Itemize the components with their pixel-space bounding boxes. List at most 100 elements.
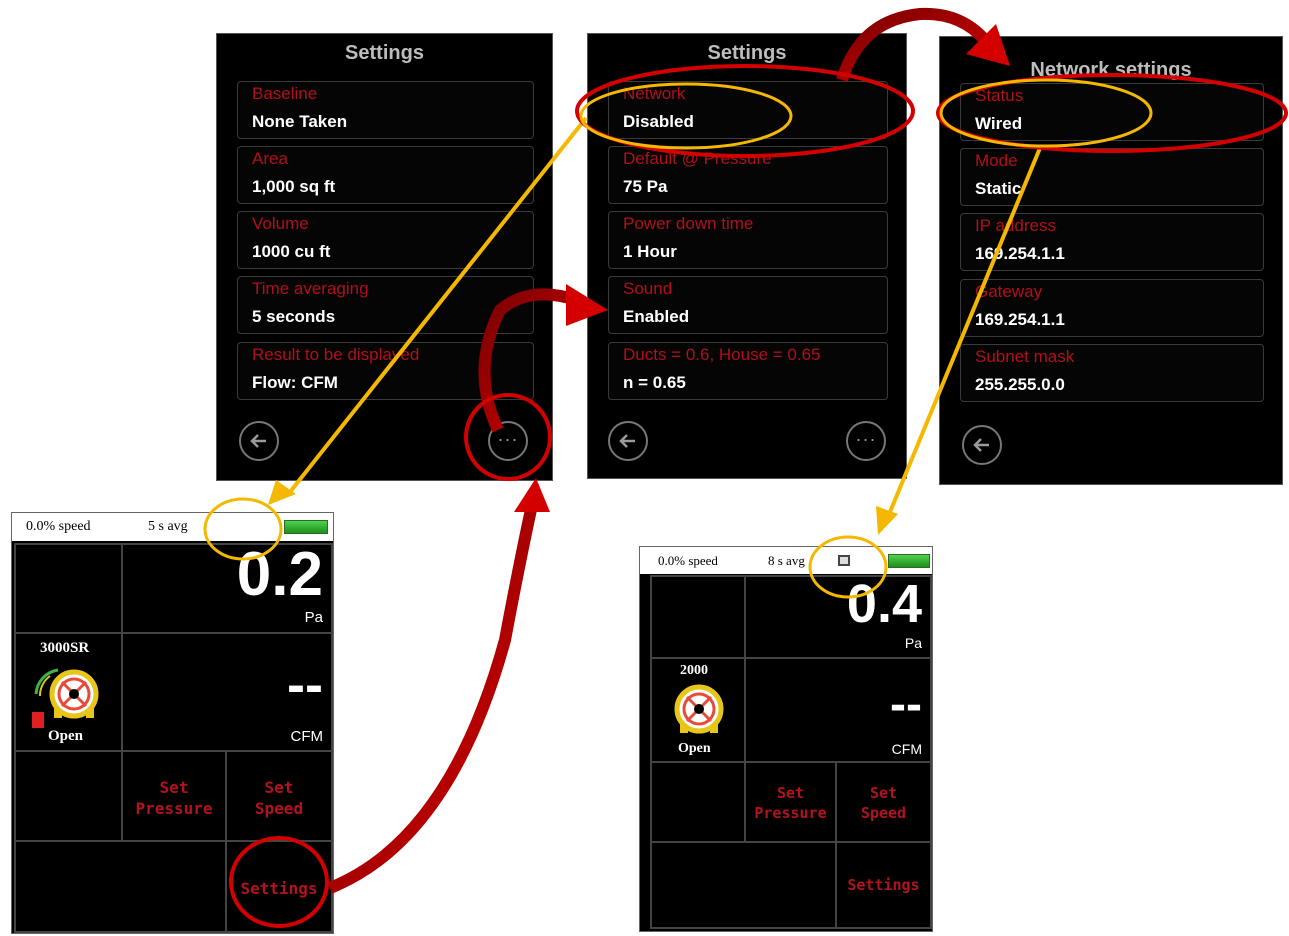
speed-readout: 0.0% speed [26, 519, 91, 534]
setting-sound[interactable]: Sound Enabled [608, 276, 888, 334]
setting-exponent[interactable]: Ducts = 0.6, House = 0.65 n = 0.65 [608, 342, 888, 400]
setting-value: n = 0.65 [623, 373, 686, 392]
fan-cell[interactable]: 3000SR Open [14, 632, 123, 752]
setting-value: 169.254.1.1 [975, 244, 1065, 263]
empty-cell [14, 840, 227, 933]
setting-value: 169.254.1.1 [975, 310, 1065, 329]
setting-value: Static [975, 179, 1022, 198]
pressure-value: 0.4 [846, 574, 922, 634]
button-line: Set [264, 778, 294, 797]
setting-value: 1000 cu ft [252, 242, 331, 261]
network-settings-screen: Network settings Status Wired Mode Stati… [939, 36, 1283, 485]
button-line: Speed [254, 799, 304, 818]
red-arrow-settings [327, 478, 550, 894]
fan-state: Open [48, 728, 84, 744]
settings-button[interactable]: Settings [835, 841, 932, 929]
pressure-unit: Pa [904, 635, 922, 651]
setting-result-displayed[interactable]: Result to be displayed Flow: CFM [237, 342, 534, 400]
empty-cell [650, 841, 837, 929]
settings-screen-1: Settings Baseline None Taken Area 1,000 … [216, 33, 553, 481]
setting-label: Area [252, 149, 288, 168]
setting-mode[interactable]: Mode Static [960, 148, 1264, 206]
setting-label: Sound [623, 279, 673, 298]
battery-icon [284, 520, 328, 534]
flow-value: -- [890, 678, 922, 731]
ethernet-icon [838, 555, 850, 566]
set-pressure-button[interactable]: Set Pressure [744, 761, 837, 843]
status-bar: 0.0% speed 8 s avg [640, 547, 932, 574]
pressure-value: 0.2 [236, 540, 323, 609]
setting-value: Disabled [623, 112, 694, 131]
set-pressure-button[interactable]: Set Pressure [121, 750, 227, 842]
setting-label: Time averaging [252, 279, 369, 298]
settings-screen-2: Settings Network Disabled Default @ Pres… [587, 33, 907, 479]
averaging-readout: 8 s avg [768, 553, 805, 568]
set-speed-button[interactable]: Set Speed [225, 750, 333, 842]
setting-time-averaging[interactable]: Time averaging 5 seconds [237, 276, 534, 334]
left-arrow-icon [250, 434, 266, 448]
flow-value: -- [287, 655, 323, 715]
button-line: Set [776, 784, 805, 802]
setting-ip-address[interactable]: IP address 169.254.1.1 [960, 213, 1264, 271]
setting-area[interactable]: Area 1,000 sq ft [237, 146, 534, 204]
setting-label: Ducts = 0.6, House = 0.65 [623, 345, 821, 364]
set-speed-button[interactable]: Set Speed [835, 761, 932, 843]
fan-model: 3000SR [40, 640, 90, 656]
button-line: Speed [860, 804, 907, 822]
pressure-unit: Pa [304, 609, 323, 626]
settings-button[interactable]: Settings [225, 840, 333, 933]
gauge-main-screen-1: 0.0% speed 5 s avg 0.2 Pa 3000SR Open --… [11, 512, 334, 934]
setting-power-down-time[interactable]: Power down time 1 Hour [608, 211, 888, 269]
flow-cell[interactable]: -- CFM [121, 632, 333, 752]
setting-volume[interactable]: Volume 1000 cu ft [237, 211, 534, 269]
gauge-main-screen-2: 0.0% speed 8 s avg 0.4 Pa 2000 Open -- C… [639, 546, 933, 932]
setting-default-pressure[interactable]: Default @ Pressure 75 Pa [608, 146, 888, 204]
screen-title: Settings [707, 42, 787, 64]
button-label: Settings [847, 876, 920, 894]
setting-label: Volume [252, 214, 309, 233]
setting-label: Power down time [623, 214, 754, 233]
setting-label: Result to be displayed [252, 345, 420, 364]
back-button[interactable] [608, 421, 648, 461]
pressure-cell[interactable]: 0.4 Pa [744, 574, 932, 659]
setting-gateway[interactable]: Gateway 169.254.1.1 [960, 279, 1264, 337]
fan-ring-icon [674, 684, 724, 734]
flow-cell[interactable]: -- CFM [744, 657, 932, 763]
setting-value: 75 Pa [623, 177, 668, 196]
more-button[interactable]: ··· [488, 421, 528, 461]
fan-model: 2000 [680, 663, 708, 678]
fan-ring-icon [32, 668, 99, 728]
setting-value: 1 Hour [623, 242, 677, 261]
button-line: Set [159, 778, 189, 797]
empty-cell [14, 543, 123, 634]
more-button[interactable]: ··· [846, 421, 886, 461]
setting-label: IP address [975, 216, 1056, 235]
screen-title: Settings [345, 42, 424, 64]
fan-cell[interactable]: 2000 Open [650, 657, 746, 763]
setting-value: Flow: CFM [252, 373, 338, 392]
fan-state: Open [678, 741, 711, 756]
setting-value: Wired [975, 114, 1023, 133]
setting-label: Mode [975, 151, 1018, 170]
button-line: Set [869, 784, 898, 802]
empty-cell [650, 761, 746, 843]
back-button[interactable] [239, 421, 279, 461]
setting-label: Gateway [975, 282, 1043, 301]
button-line: Pressure [754, 804, 827, 822]
flow-unit: CFM [290, 728, 324, 745]
speed-readout: 0.0% speed [658, 553, 718, 568]
setting-baseline[interactable]: Baseline None Taken [237, 81, 534, 139]
setting-subnet-mask[interactable]: Subnet mask 255.255.0.0 [960, 344, 1264, 402]
setting-label: Status [975, 86, 1024, 105]
setting-status[interactable]: Status Wired [960, 83, 1264, 141]
left-arrow-icon [973, 438, 989, 452]
empty-cell [14, 750, 123, 842]
empty-cell [650, 575, 746, 659]
setting-value: 5 seconds [252, 307, 336, 326]
back-button[interactable] [962, 425, 1002, 465]
setting-network[interactable]: Network Disabled [608, 81, 888, 139]
flow-unit: CFM [891, 741, 922, 757]
setting-value: 255.255.0.0 [975, 375, 1065, 394]
setting-label: Baseline [252, 84, 318, 103]
pressure-cell[interactable]: 0.2 Pa [121, 540, 333, 634]
